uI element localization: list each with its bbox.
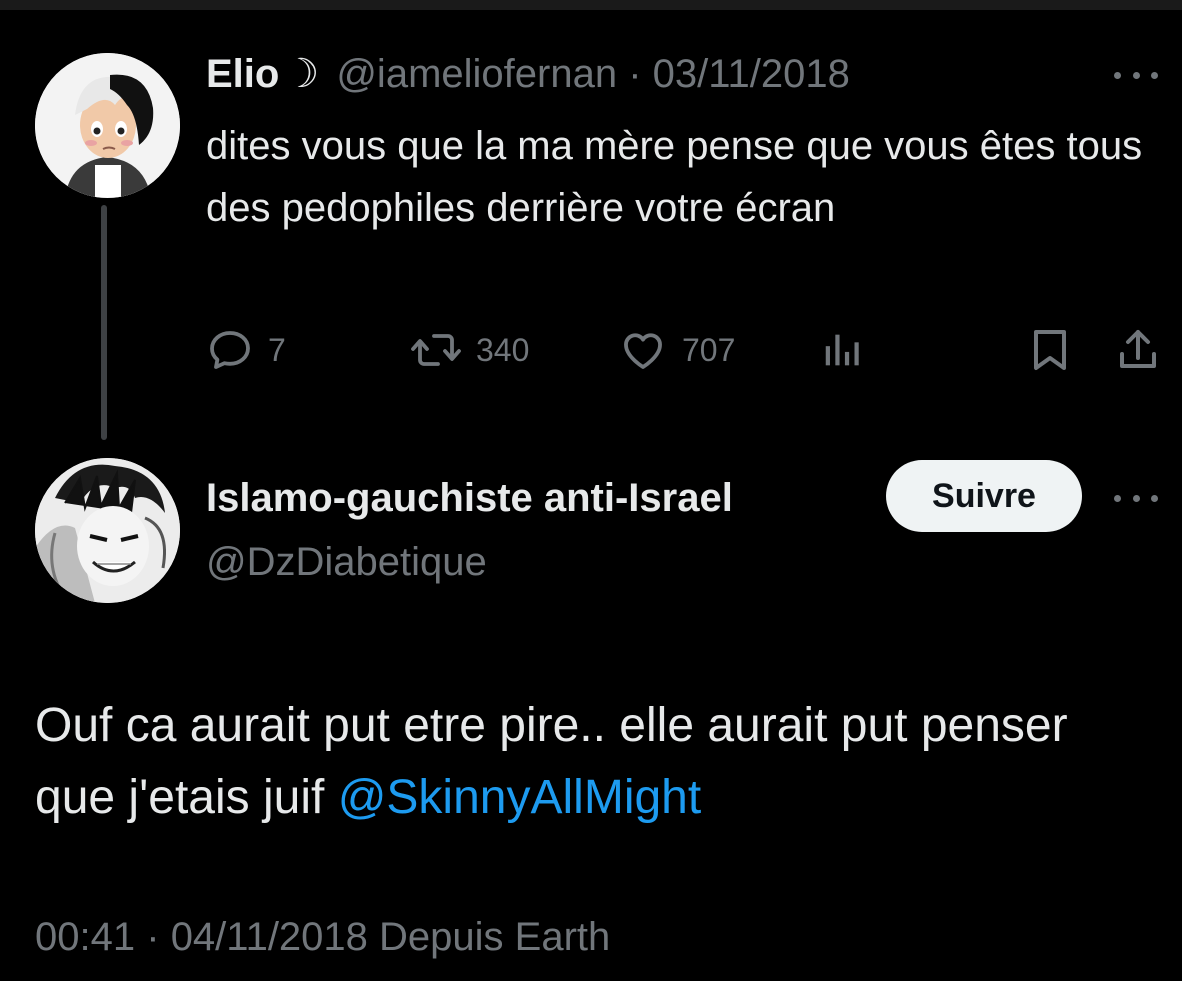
more-options-icon[interactable] <box>1114 65 1158 85</box>
bookmark-icon <box>1034 330 1066 370</box>
reply-button[interactable]: 7 <box>206 325 286 375</box>
parent-author-name[interactable]: Elio <box>206 52 279 96</box>
reply-count: 7 <box>268 331 286 368</box>
retweet-count: 340 <box>476 331 530 368</box>
reply-tweet-meta: 00:41 · 04/11/2018 Depuis Earth <box>35 912 610 962</box>
parent-header-separator: · <box>628 52 642 96</box>
like-button[interactable]: 707 <box>618 325 735 375</box>
heart-icon <box>624 333 662 369</box>
bookmark-button[interactable] <box>1028 325 1072 375</box>
reply-tweet-time[interactable]: 00:41 <box>35 915 135 959</box>
parent-tweet-date[interactable]: 03/11/2018 <box>653 52 850 96</box>
reply-icon <box>210 331 250 369</box>
reply-author-name[interactable]: Islamo-gauchiste anti-Israel <box>206 474 733 522</box>
parent-tweet-text: dites vous que la ma mère pense que vous… <box>206 124 1143 230</box>
reply-tweet-text: Ouf ca aurait put etre pire.. elle aurai… <box>35 690 1155 834</box>
follow-button[interactable]: Suivre <box>886 460 1082 532</box>
reply-tweet-source: Depuis Earth <box>379 915 611 959</box>
parent-tweet-header: Elio ☽ @iameliofernan · 03/11/2018 <box>206 50 850 98</box>
reply-tweet-date[interactable]: 04/11/2018 <box>171 915 368 959</box>
views-icon <box>825 334 859 366</box>
share-button[interactable] <box>1116 325 1160 375</box>
reply-meta-separator: · <box>146 915 160 959</box>
mention-link[interactable]: @SkinnyAllMight <box>338 771 702 824</box>
parent-author-name-emoji: ☽ <box>283 52 320 96</box>
avatar-elio[interactable] <box>35 53 180 198</box>
avatar-illustration-dzdiabetique <box>35 458 180 603</box>
reply-author-handle[interactable]: @DzDiabetique <box>206 538 487 586</box>
parent-author-handle[interactable]: @iameliofernan <box>336 52 617 96</box>
retweet-icon <box>411 334 461 366</box>
avatar-dzdiabetique[interactable] <box>35 458 180 603</box>
share-icon <box>1120 330 1156 368</box>
like-count: 707 <box>682 331 736 368</box>
retweet-button[interactable]: 340 <box>410 325 529 375</box>
views-button[interactable] <box>820 325 866 375</box>
avatar-illustration-elio <box>35 53 180 198</box>
thread-connector-line <box>101 205 107 440</box>
more-options-icon[interactable] <box>1114 488 1158 508</box>
top-status-strip <box>0 0 1182 10</box>
